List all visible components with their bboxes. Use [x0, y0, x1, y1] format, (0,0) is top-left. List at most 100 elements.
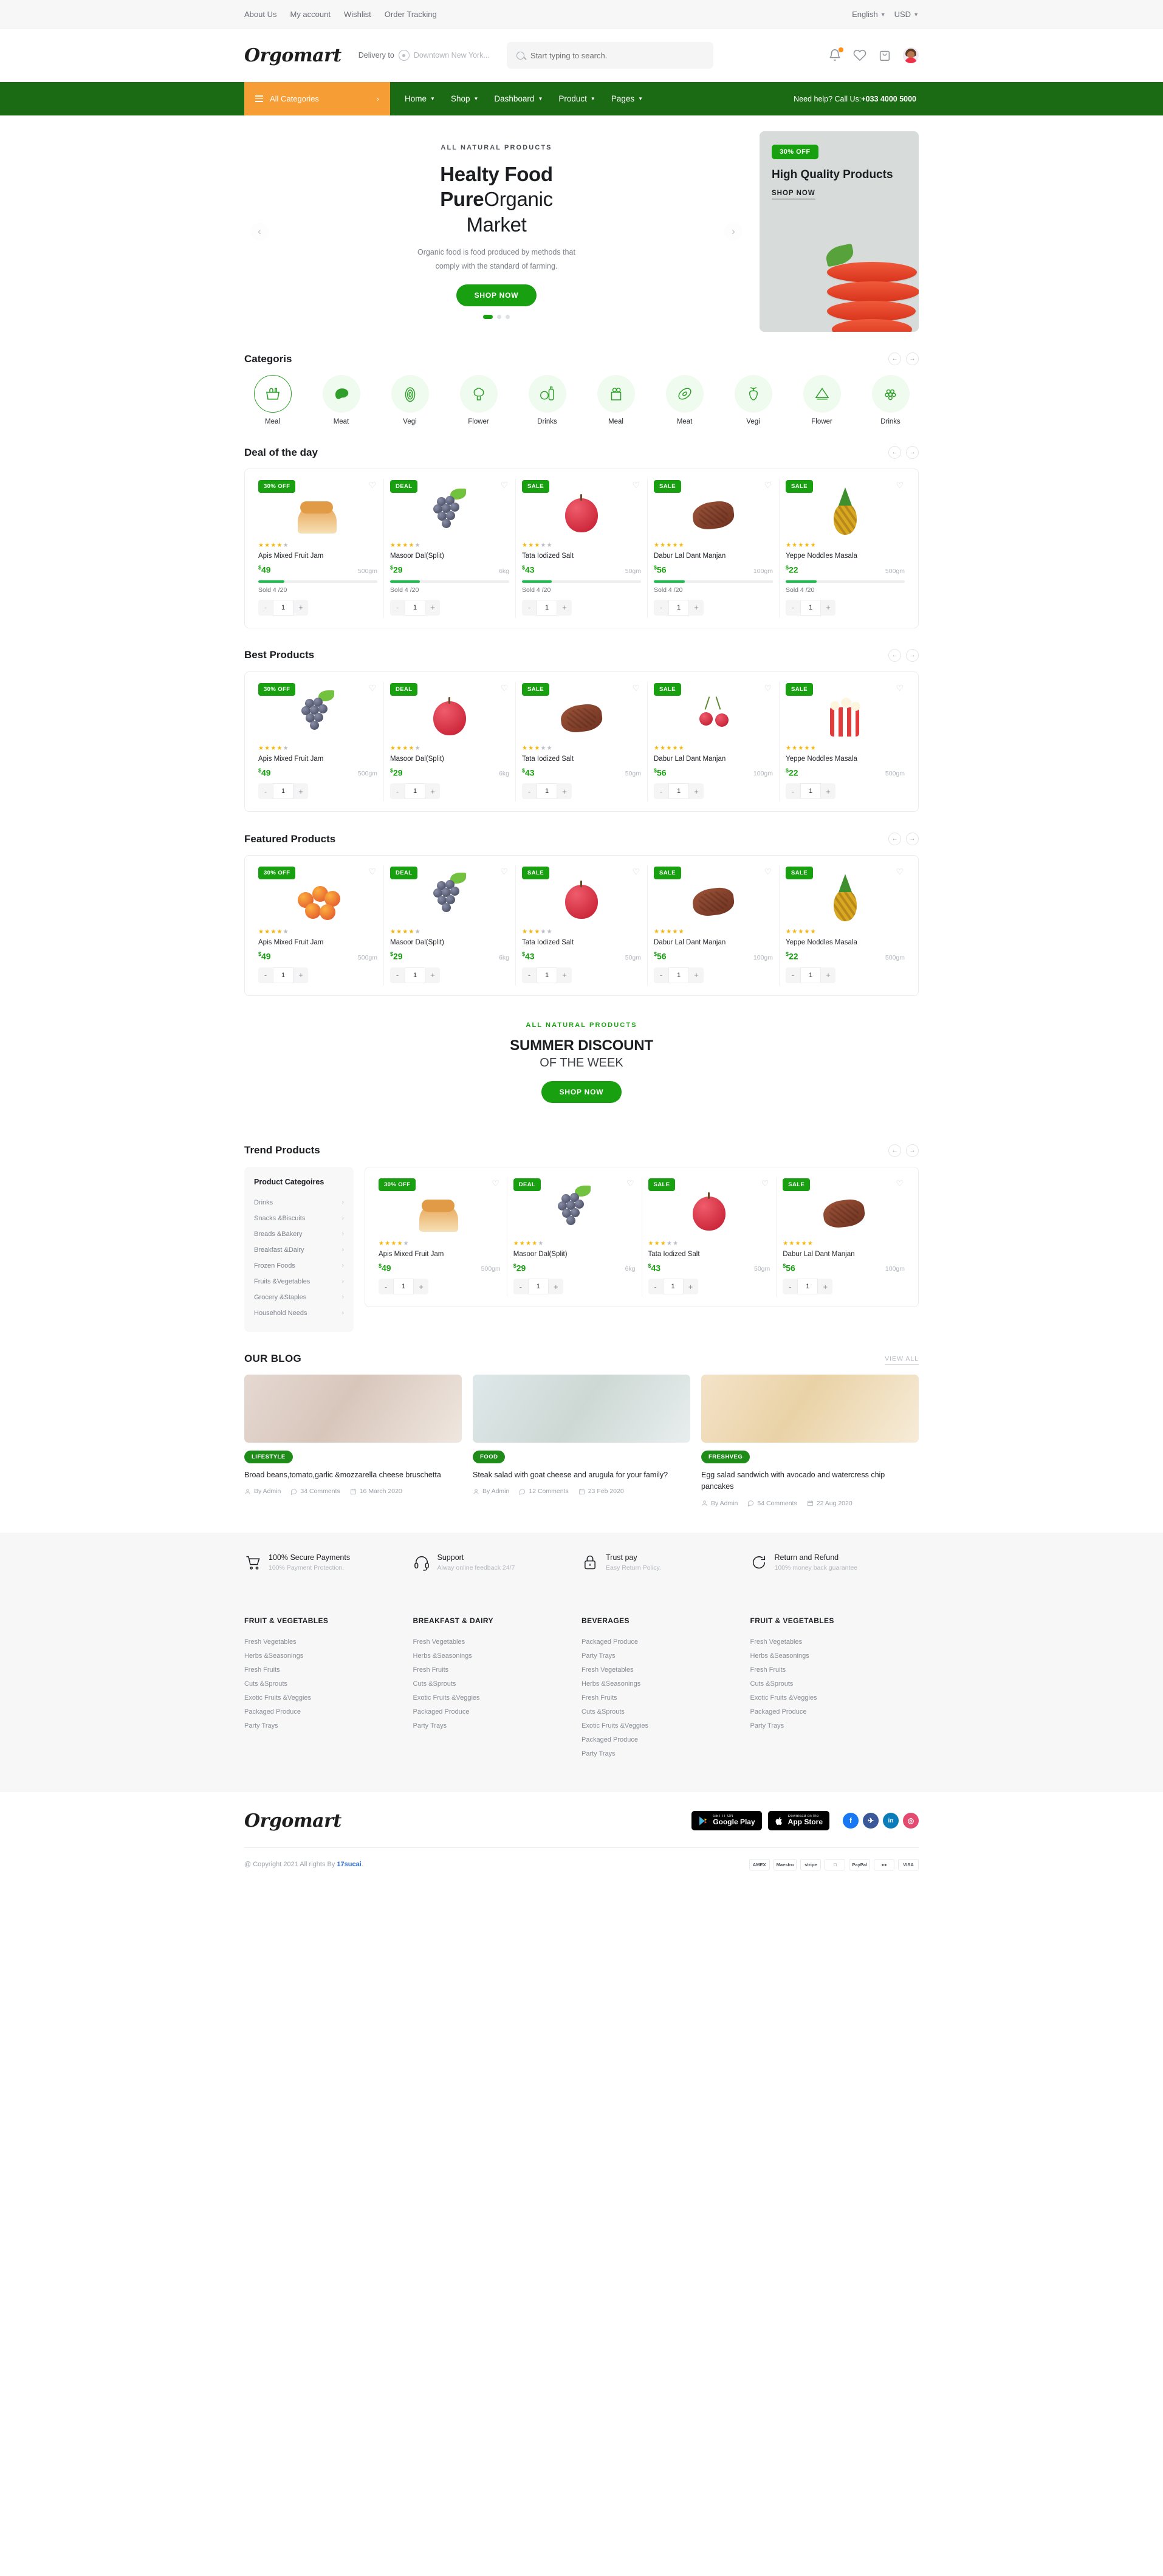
quantity-stepper[interactable]: - 1 + [654, 599, 704, 616]
hero-dot-2[interactable] [497, 315, 501, 320]
quantity-increase-button[interactable]: + [414, 1279, 428, 1294]
wishlist-heart-icon[interactable]: ♡ [896, 683, 904, 693]
quantity-increase-button[interactable]: + [821, 600, 835, 616]
quantity-stepper[interactable]: - 1 + [258, 967, 308, 983]
topbar-link-order-tracking[interactable]: Order Tracking [385, 10, 437, 19]
footer-link[interactable]: Packaged Produce [413, 1708, 582, 1716]
wishlist-heart-icon[interactable]: ♡ [896, 867, 904, 877]
quantity-increase-button[interactable]: + [821, 967, 835, 983]
category-item-flower-1[interactable]: Flower [450, 375, 507, 425]
sidebar-item-drinks[interactable]: Drinks › [254, 1195, 344, 1211]
quantity-stepper[interactable]: - 1 + [654, 967, 704, 983]
wishlist-heart-icon[interactable]: ♡ [500, 480, 508, 490]
wishlist-heart-icon[interactable]: ♡ [764, 683, 772, 693]
quantity-decrease-button[interactable]: - [522, 783, 537, 799]
quantity-stepper[interactable]: - 1 + [522, 783, 572, 800]
quantity-increase-button[interactable]: + [293, 783, 308, 799]
footer-link[interactable]: Party Trays [582, 1750, 750, 1757]
sidebar-item-snacks[interactable]: Snacks &Biscuits › [254, 1211, 344, 1226]
linkedin-icon[interactable]: in [883, 1813, 899, 1829]
sidebar-item-frozen[interactable]: Frozen Foods › [254, 1258, 344, 1274]
wishlist-heart-icon[interactable]: ♡ [761, 1178, 769, 1189]
footer-link[interactable]: Cuts &Sprouts [413, 1680, 582, 1688]
quantity-stepper[interactable]: - 1 + [783, 1279, 833, 1295]
sidebar-item-breads[interactable]: Breads &Bakery › [254, 1226, 344, 1242]
nav-item-shop[interactable]: Shop ▼ [451, 94, 478, 103]
wishlist-heart-icon[interactable]: ♡ [896, 480, 904, 490]
quantity-increase-button[interactable]: + [293, 967, 308, 983]
user-avatar[interactable] [903, 47, 919, 63]
footer-link[interactable]: Herbs &Seasonings [413, 1652, 582, 1660]
footer-link[interactable]: Fresh Vegetables [413, 1638, 582, 1646]
product-card[interactable]: SALE ♡ ★★★★★ Tata Iodized Salt $43 50gm … [516, 479, 648, 618]
quantity-stepper[interactable]: - 1 + [654, 783, 704, 800]
hero-dot-1[interactable] [483, 315, 493, 320]
category-item-drinks-2[interactable]: Drinks [862, 375, 919, 425]
all-categories-button[interactable]: All Categories › [244, 82, 390, 115]
quantity-decrease-button[interactable]: - [390, 783, 405, 799]
hero-pagination[interactable] [483, 315, 510, 320]
quantity-decrease-button[interactable]: - [654, 783, 668, 799]
product-card[interactable]: SALE ♡ ★★★★★ Tata Iodized Salt $43 50gm … [516, 681, 648, 802]
delivery-selector[interactable]: Delivery to Downtown New York... [359, 50, 490, 61]
best-next-button[interactable]: → [906, 648, 919, 662]
hero-shop-now-button[interactable]: SHOP NOW [456, 284, 537, 307]
quantity-stepper[interactable]: - 1 + [390, 783, 440, 800]
quantity-stepper[interactable]: - 1 + [258, 599, 308, 616]
product-card[interactable]: SALE ♡ ★★★★★ Dabur Lal Dant Manjan $56 1… [648, 479, 780, 618]
category-item-meal-1[interactable]: Meal [244, 375, 301, 425]
footer-link[interactable]: Exotic Fruits &Veggies [413, 1694, 582, 1702]
footer-link[interactable]: Packaged Produce [750, 1708, 919, 1716]
footer-link[interactable]: Herbs &Seasonings [244, 1652, 413, 1660]
wishlist-heart-icon[interactable]: ♡ [896, 1178, 904, 1189]
quantity-decrease-button[interactable]: - [522, 967, 537, 983]
footer-link[interactable]: Fresh Fruits [750, 1666, 919, 1674]
quantity-stepper[interactable]: - 1 + [786, 599, 835, 616]
category-item-meat-2[interactable]: Meat [656, 375, 713, 425]
product-card[interactable]: SALE ♡ ★★★★★ Dabur Lal Dant Manjan $56 1… [648, 681, 780, 802]
footer-link[interactable]: Fresh Fruits [244, 1666, 413, 1674]
category-item-vegi-1[interactable]: Vegi [382, 375, 438, 425]
topbar-link-about[interactable]: About Us [244, 10, 276, 19]
app-store-button[interactable]: Download on the App Store [767, 1811, 829, 1830]
footer-link[interactable]: Exotic Fruits &Veggies [244, 1694, 413, 1702]
quantity-decrease-button[interactable]: - [786, 600, 800, 616]
sidebar-item-grocery[interactable]: Grocery &Staples › [254, 1290, 344, 1305]
product-card[interactable]: DEAL ♡ ★★★★★ Masoor Dal(Split) $29 6kg -… [384, 865, 516, 986]
currency-selector[interactable]: USD ▼ [894, 10, 919, 19]
category-item-flower-2[interactable]: Flower [794, 375, 850, 425]
product-card[interactable]: 30% OFF ♡ ★★★★★ Apis Mixed Fruit Jam $49… [372, 1176, 507, 1297]
language-selector[interactable]: English ▼ [852, 10, 886, 19]
blog-card[interactable]: LIFESTYLE Broad beans,tomato,garlic &moz… [244, 1374, 462, 1507]
footer-link[interactable]: Herbs &Seasonings [582, 1680, 750, 1688]
footer-link[interactable]: Fresh Vegetables [582, 1666, 750, 1674]
quantity-decrease-button[interactable]: - [783, 1279, 797, 1294]
quantity-decrease-button[interactable]: - [786, 967, 800, 983]
quantity-decrease-button[interactable]: - [648, 1279, 663, 1294]
product-card[interactable]: SALE ♡ ★★★★★ Tata Iodized Salt $43 50gm … [642, 1176, 777, 1297]
product-card[interactable]: SALE ♡ ★★★★★ Tata Iodized Salt $43 50gm … [516, 865, 648, 986]
quantity-decrease-button[interactable]: - [258, 967, 273, 983]
footer-link[interactable]: Fresh Vegetables [750, 1638, 919, 1646]
product-card[interactable]: SALE ♡ ★★★★★ Dabur Lal Dant Manjan $56 1… [648, 865, 780, 986]
wishlist-heart-icon[interactable]: ♡ [368, 683, 376, 693]
quantity-increase-button[interactable]: + [425, 600, 440, 616]
quantity-decrease-button[interactable]: - [654, 600, 668, 616]
quantity-stepper[interactable]: - 1 + [786, 967, 835, 983]
wishlist-heart-icon[interactable]: ♡ [632, 683, 640, 693]
sidebar-item-breakfast[interactable]: Breakfast &Dairy › [254, 1242, 344, 1258]
help-phone[interactable]: +033 4000 5000 [861, 95, 916, 103]
product-card[interactable]: SALE ♡ ★★★★★ Yeppe Noddles Masala $22 50… [780, 479, 911, 618]
quantity-decrease-button[interactable]: - [258, 600, 273, 616]
blog-post-title[interactable]: Broad beans,tomato,garlic &mozzarella ch… [244, 1469, 462, 1481]
promo-shop-now-link[interactable]: SHOP NOW [772, 190, 815, 199]
categories-next-button[interactable]: → [906, 352, 919, 365]
footer-link[interactable]: Party Trays [582, 1652, 750, 1660]
footer-link[interactable]: Cuts &Sprouts [244, 1680, 413, 1688]
category-item-vegi-2[interactable]: Vegi [725, 375, 781, 425]
quantity-increase-button[interactable]: + [557, 967, 572, 983]
quantity-increase-button[interactable]: + [293, 600, 308, 616]
blog-post-title[interactable]: Steak salad with goat cheese and arugula… [473, 1469, 690, 1481]
hero-prev-button[interactable]: ‹ [250, 222, 269, 241]
wishlist-heart-icon[interactable]: ♡ [626, 1178, 634, 1189]
